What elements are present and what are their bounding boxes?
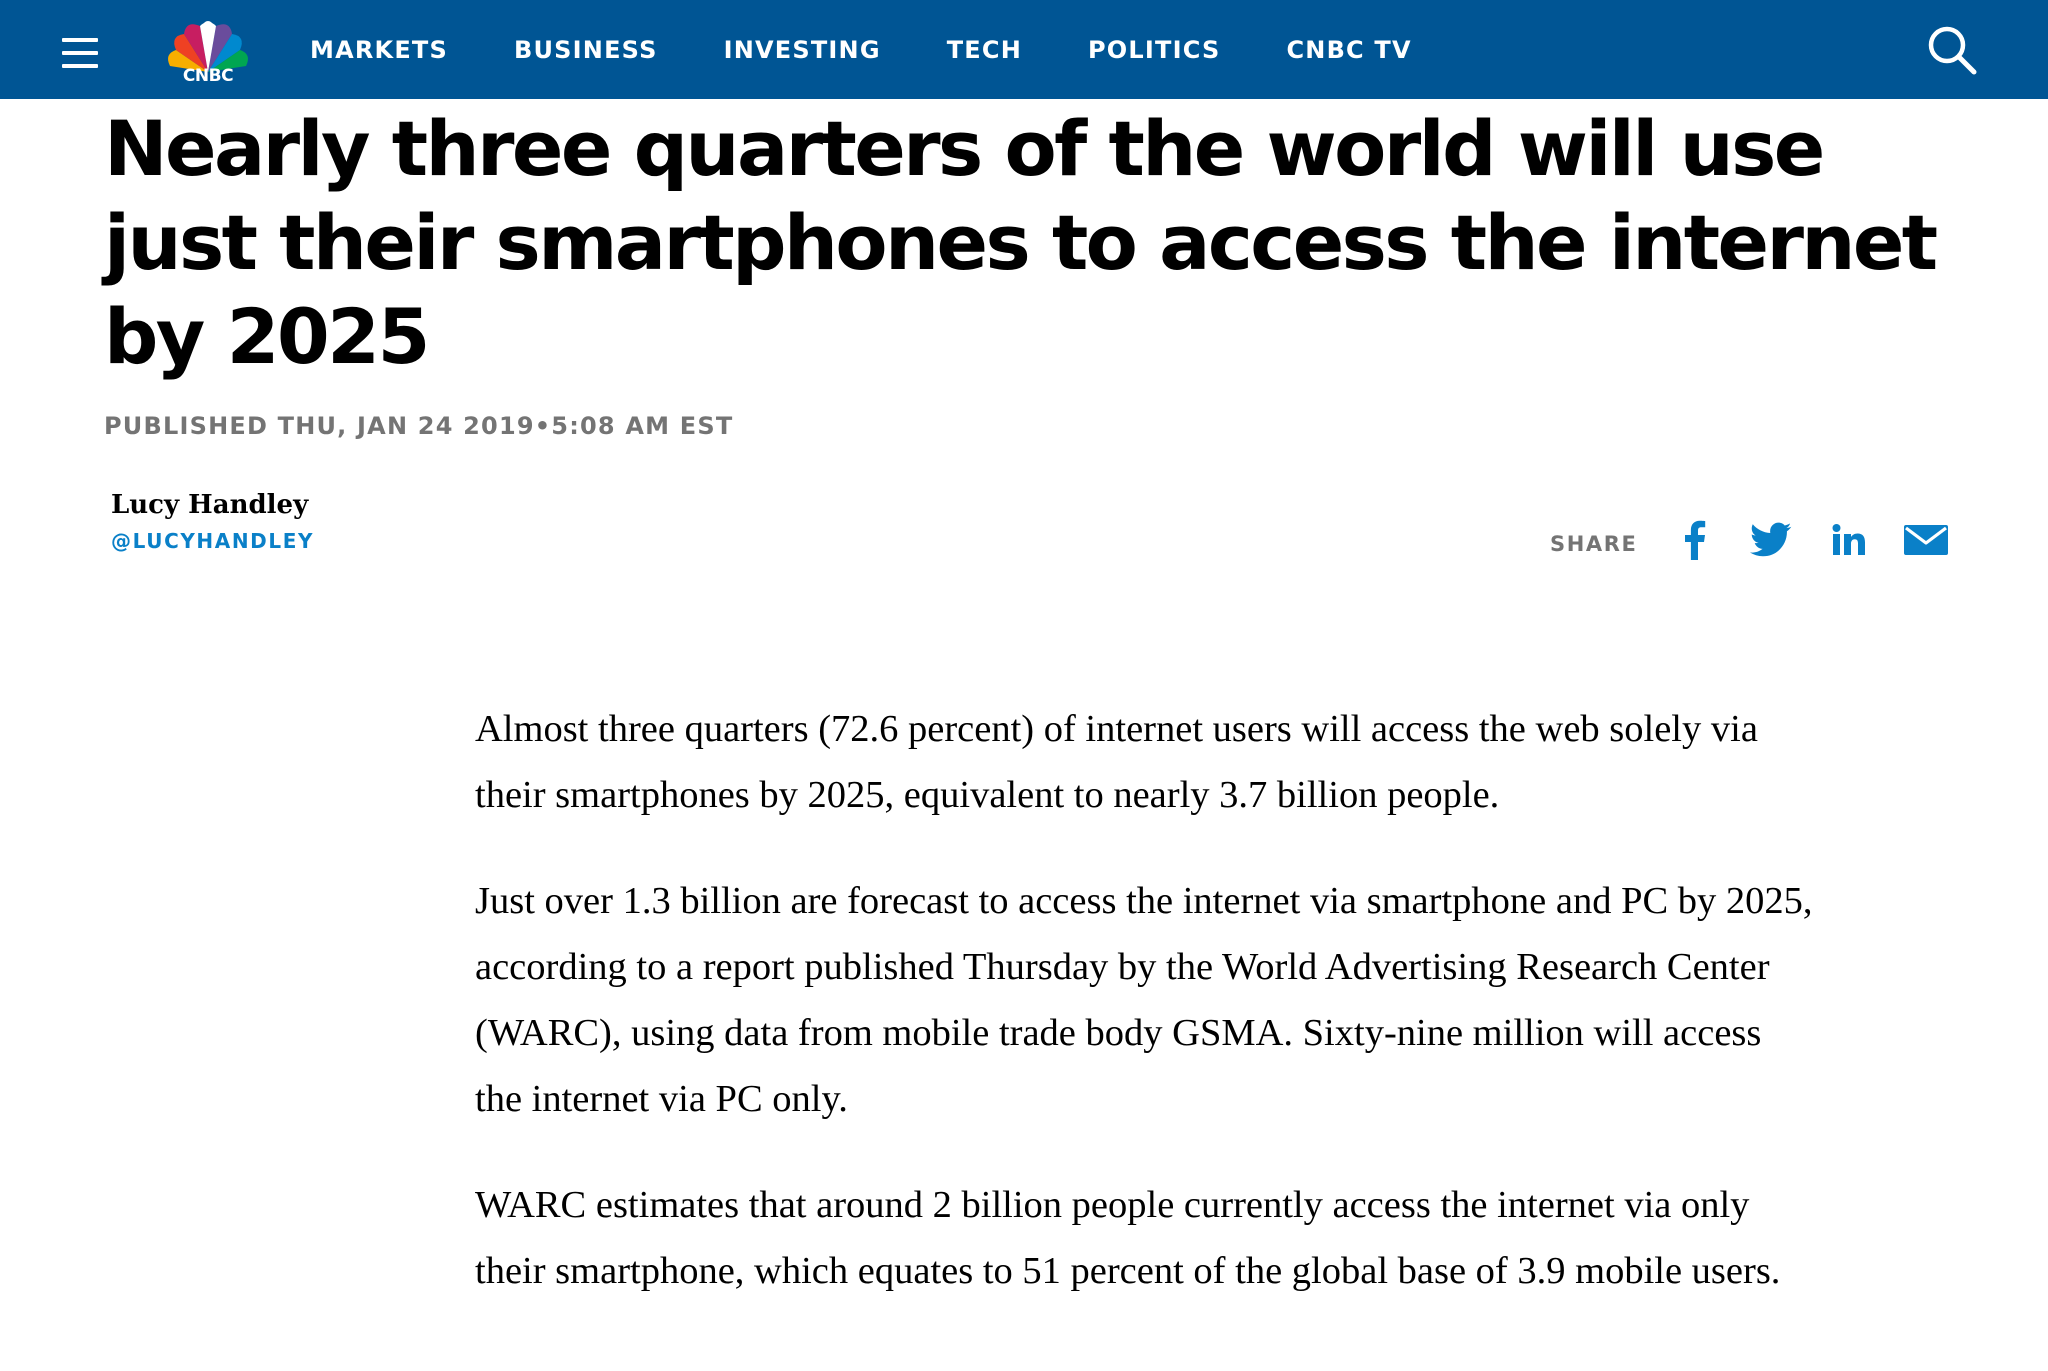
cnbc-logo-text: CNBC [182, 66, 234, 86]
nav-item-tech[interactable]: TECH [947, 36, 1022, 64]
nav-item-cnbc-tv[interactable]: CNBC TV [1286, 36, 1411, 64]
twitter-icon [1750, 522, 1792, 557]
nav-item-markets[interactable]: MARKETS [310, 36, 448, 64]
share-label: SHARE [1550, 532, 1638, 556]
nav-item-politics[interactable]: POLITICS [1088, 36, 1220, 64]
nav-item-business[interactable]: BUSINESS [514, 36, 658, 64]
article-paragraph: WARC estimates that around 2 billion peo… [475, 1184, 1781, 1292]
author-name-link[interactable]: Lucy Handley [111, 490, 308, 520]
email-share-button[interactable] [1903, 518, 1949, 562]
article-paragraph: Almost three quarters (72.6 percent) of … [475, 708, 1758, 816]
search-icon[interactable] [1926, 24, 1978, 76]
article-headline: Nearly three quarters of the world will … [104, 104, 1938, 381]
linkedin-icon [1832, 524, 1865, 555]
nav-item-investing[interactable]: INVESTING [724, 36, 881, 64]
hamburger-menu-icon[interactable] [62, 38, 98, 68]
article-paragraph: Just over 1.3 billion are forecast to ac… [475, 880, 1813, 1120]
facebook-icon [1685, 520, 1706, 560]
top-navbar: CNBC MARKETS BUSINESS INVESTING TECH POL… [0, 0, 2048, 99]
published-timestamp: PUBLISHED THU, JAN 24 2019•5:08 AM EST [104, 412, 734, 440]
linkedin-share-button[interactable] [1826, 518, 1872, 562]
twitter-share-button[interactable] [1748, 518, 1794, 562]
main-nav: MARKETS BUSINESS INVESTING TECH POLITICS… [310, 0, 1412, 99]
email-icon [1904, 525, 1948, 555]
author-twitter-handle-link[interactable]: @LUCYHANDLEY [111, 529, 314, 553]
facebook-share-button[interactable] [1671, 518, 1717, 562]
article-body: Almost three quarters (72.6 percent) of … [475, 696, 1815, 1344]
